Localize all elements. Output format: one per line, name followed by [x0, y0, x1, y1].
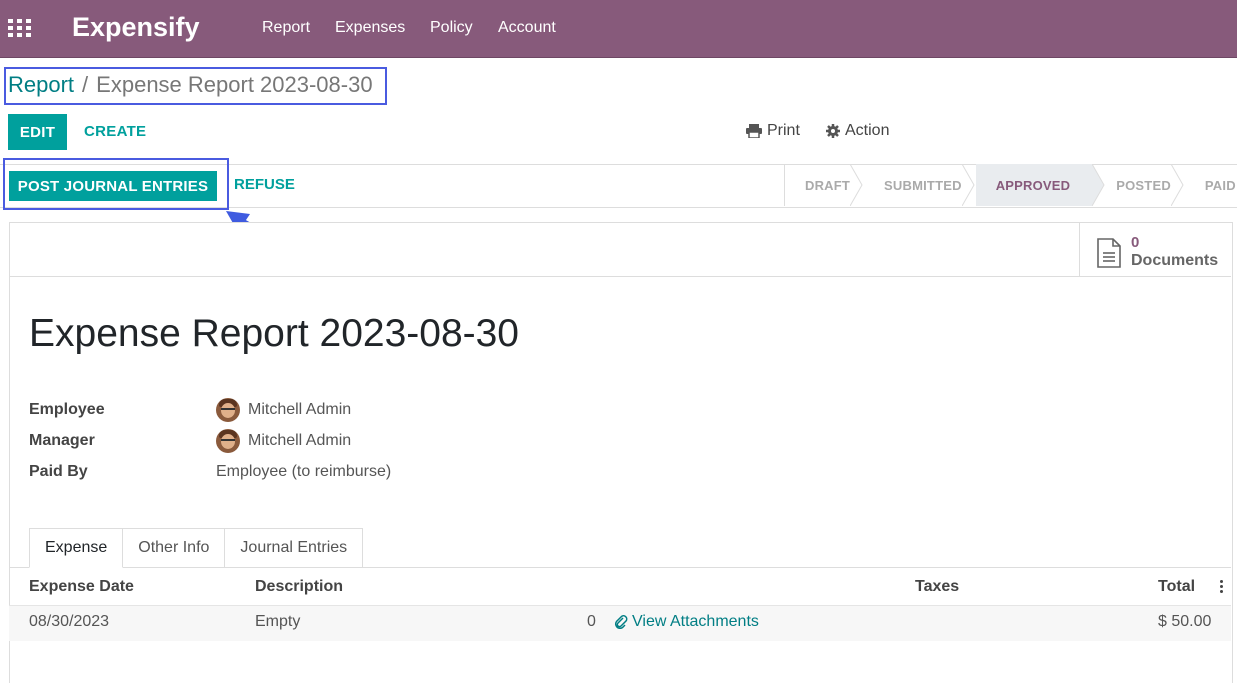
- column-header-taxes[interactable]: Taxes: [915, 578, 959, 596]
- stage-posted[interactable]: POSTED: [1106, 164, 1185, 206]
- stage-label: SUBMITTED: [884, 177, 962, 193]
- tab-expense[interactable]: Expense: [29, 528, 124, 568]
- column-header-expense-date[interactable]: Expense Date: [29, 578, 134, 596]
- stage-label: PAID: [1204, 177, 1236, 193]
- stage-label: DRAFT: [805, 177, 851, 193]
- column-header-description[interactable]: Description: [255, 578, 343, 596]
- nav-item-policy[interactable]: Policy: [430, 19, 473, 37]
- apps-menu-icon[interactable]: [8, 19, 31, 37]
- stage-submitted[interactable]: SUBMITTED: [864, 164, 976, 206]
- notebook-tabs: Expense Other Info Journal Entries: [29, 528, 364, 568]
- optional-columns-icon[interactable]: [1220, 580, 1224, 595]
- page-title: Expense Report 2023-08-30: [29, 312, 519, 355]
- tab-journal-entries[interactable]: Journal Entries: [225, 528, 364, 568]
- row-quantity: 0: [587, 613, 596, 630]
- row-description: Empty: [255, 613, 301, 630]
- tab-other-info[interactable]: Other Info: [123, 528, 226, 568]
- highlight-box-post-button: [3, 158, 229, 210]
- paid-by-label: Paid By: [29, 463, 88, 480]
- manager-label: Manager: [29, 432, 95, 449]
- document-icon: [1097, 238, 1121, 268]
- printer-icon: [746, 124, 762, 138]
- row-total: $ 50.00: [1158, 613, 1212, 630]
- manager-value: Mitchell Admin: [248, 432, 352, 449]
- stage-approved[interactable]: APPROVED: [975, 164, 1093, 206]
- avatar: [216, 398, 240, 422]
- action-button[interactable]: Action: [826, 122, 889, 140]
- manager-field[interactable]: Mitchell Admin: [216, 429, 351, 453]
- create-button[interactable]: CREATE: [84, 123, 146, 140]
- print-button[interactable]: Print: [746, 122, 800, 140]
- row-expense-date: 08/30/2023: [29, 613, 110, 630]
- employee-label: Employee: [29, 401, 105, 418]
- view-attachments-link[interactable]: View Attachments: [614, 613, 759, 631]
- edit-button[interactable]: EDIT: [8, 114, 67, 150]
- nav-item-expenses[interactable]: Expenses: [335, 19, 405, 37]
- documents-label: Documents: [1131, 252, 1219, 269]
- documents-count: 0: [1131, 234, 1140, 251]
- stage-paid[interactable]: PAID: [1185, 164, 1236, 206]
- refuse-button[interactable]: REFUSE: [234, 176, 295, 193]
- nav-item-report[interactable]: Report: [262, 19, 310, 37]
- stage-label: APPROVED: [995, 177, 1071, 193]
- nav-item-account[interactable]: Account: [498, 19, 556, 37]
- stage-separator-icon: [1092, 164, 1105, 206]
- view-attachments-label: View Attachments: [632, 613, 759, 630]
- app-brand[interactable]: Expensify: [72, 12, 200, 43]
- paperclip-icon: [614, 615, 628, 629]
- gear-icon: [826, 124, 840, 138]
- top-navbar: Expensify Report Expenses Policy Account: [0, 0, 1237, 58]
- status-stages: DRAFT SUBMITTED APPROVED POSTED PAID: [784, 164, 1236, 206]
- employee-value: Mitchell Admin: [248, 401, 352, 418]
- avatar: [216, 429, 240, 453]
- column-header-total[interactable]: Total: [1158, 578, 1195, 596]
- highlight-box-breadcrumb: [4, 67, 387, 105]
- documents-smart-button[interactable]: 0 Documents: [1079, 223, 1231, 276]
- sheet-button-box-divider: [9, 276, 1231, 277]
- stage-label: POSTED: [1116, 177, 1171, 193]
- employee-field[interactable]: Mitchell Admin: [216, 398, 351, 422]
- paid-by-value[interactable]: Employee (to reimburse): [216, 463, 391, 481]
- stage-draft[interactable]: DRAFT: [785, 164, 864, 206]
- action-label: Action: [845, 122, 890, 139]
- print-label: Print: [767, 122, 800, 139]
